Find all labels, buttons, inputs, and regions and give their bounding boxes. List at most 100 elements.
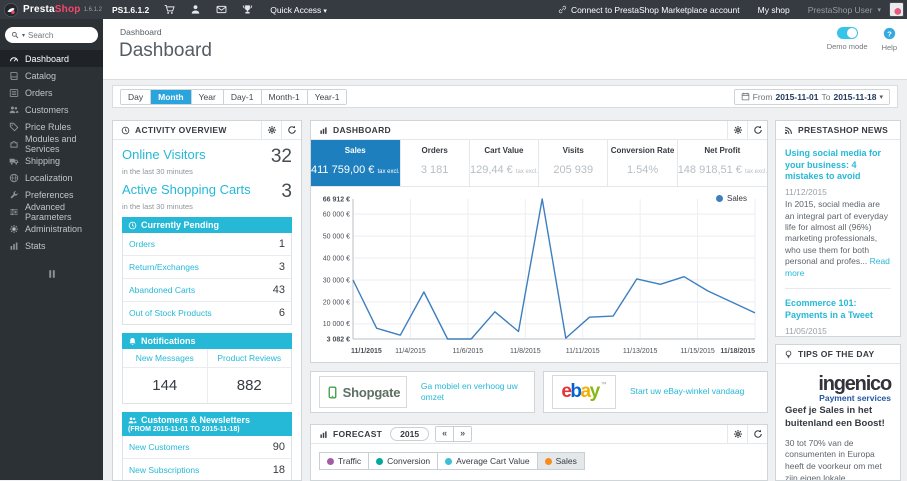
date-range-picker[interactable]: From 2015-11-01 To 2015-11-18 ▾ xyxy=(733,88,890,105)
trophy-icon[interactable] xyxy=(242,4,253,15)
ingenico-logo: ingenico Payment services xyxy=(818,373,892,403)
chevron-down-icon: ▾ xyxy=(877,6,881,14)
book-icon xyxy=(9,71,19,81)
customer-icon[interactable] xyxy=(190,4,201,15)
sidebar-item-advanced-parameters[interactable]: Advanced Parameters xyxy=(0,202,103,222)
kpi-sales[interactable]: Sales 411 759,00 € tax excl. xyxy=(311,140,401,186)
sidebar-item-shipping[interactable]: Shipping xyxy=(0,152,103,169)
avatar xyxy=(889,2,904,17)
sidebar-item-price-rules[interactable]: Price Rules xyxy=(0,118,103,135)
chevron-down-icon: ▾ xyxy=(323,7,327,15)
sidebar-item-orders[interactable]: Orders xyxy=(0,84,103,101)
sidebar-item-customers[interactable]: Customers xyxy=(0,101,103,118)
my-shop-link[interactable]: My shop xyxy=(758,5,790,15)
svg-text:11/18/2015: 11/18/2015 xyxy=(720,348,755,355)
filter-month-button[interactable]: Month xyxy=(150,89,191,104)
date-range-button-group: Day Month Year Day-1 Month-1 Year-1 xyxy=(120,88,348,105)
svg-text:11/6/2015: 11/6/2015 xyxy=(453,348,484,355)
news-article-title[interactable]: Ecommerce 101: Payments in a Tweet xyxy=(785,298,891,321)
sidebar-item-modules[interactable]: Modules and Services xyxy=(0,134,103,154)
sidebar-item-administration[interactable]: Administration xyxy=(0,220,103,237)
product-reviews-value: 882 xyxy=(236,377,262,394)
gear-icon xyxy=(733,125,743,135)
sidebar-item-preferences[interactable]: Preferences xyxy=(0,186,103,203)
filter-month-1-button[interactable]: Month-1 xyxy=(260,89,307,104)
brand-name[interactable]: PrestaShop xyxy=(23,4,81,15)
prestashop-news-panel: PRESTASHOP NEWS Using social media for y… xyxy=(775,120,901,337)
news-article-title[interactable]: Using social media for your business: 4 … xyxy=(785,148,891,183)
svg-text:40 000 €: 40 000 € xyxy=(323,255,350,262)
news-article-date: 11/12/2015 xyxy=(785,187,827,198)
search-input[interactable] xyxy=(28,30,81,40)
sidebar-item-catalog[interactable]: Catalog xyxy=(0,67,103,84)
toggle-traffic[interactable]: Traffic xyxy=(319,452,370,470)
breadcrumb[interactable]: Dashboard xyxy=(120,27,162,37)
demo-mode-toggle[interactable]: Demo mode xyxy=(827,27,868,52)
brand-version: 1.6.1.2 xyxy=(83,6,102,13)
wrench-icon xyxy=(9,190,19,200)
search-scope-caret-icon[interactable]: ▾ xyxy=(22,32,25,39)
news-panel-title: PRESTASHOP NEWS xyxy=(798,125,889,135)
tips-of-the-day-panel: TIPS OF THE DAY ingenico Payment service… xyxy=(775,344,901,481)
news-article: Using social media for your business: 4 … xyxy=(785,148,891,279)
active-carts-link[interactable]: Active Shopping Carts xyxy=(122,182,251,197)
marketplace-link[interactable]: Connect to PrestaShop Marketplace accoun… xyxy=(558,5,740,15)
sidebar-collapse-button[interactable] xyxy=(46,268,58,280)
sidebar-item-stats[interactable]: Stats xyxy=(0,237,103,254)
legend-dot-icon xyxy=(715,195,723,202)
sidebar-item-dashboard[interactable]: Dashboard xyxy=(0,50,103,67)
product-reviews-link[interactable]: Product Reviews xyxy=(207,349,291,368)
cart-icon[interactable] xyxy=(164,4,175,15)
toggle-sales[interactable]: Sales xyxy=(537,452,585,470)
ebay-link[interactable]: Start uw eBay-winkel vandaag xyxy=(630,386,744,397)
refresh-icon xyxy=(287,125,297,135)
chevron-down-icon: ▾ xyxy=(879,93,883,101)
truck-icon xyxy=(9,156,19,166)
panel-settings-button[interactable] xyxy=(261,121,281,139)
active-carts-value: 3 xyxy=(281,181,292,202)
messages-icon[interactable] xyxy=(216,4,227,15)
shopgate-link[interactable]: Ga mobiel en verhoog uw omzet xyxy=(421,381,526,403)
kpi-cart-value[interactable]: Cart Value 129,44 € tax excl. xyxy=(470,140,540,186)
new-messages-link[interactable]: New Messages xyxy=(123,349,207,368)
panel-refresh-button[interactable] xyxy=(281,121,301,139)
next-year-button[interactable]: » xyxy=(453,427,472,441)
ebay-banner[interactable]: e b a y ™ Start uw eBay-winkel vandaag xyxy=(543,371,768,413)
filter-year-1-button[interactable]: Year-1 xyxy=(306,89,347,104)
toggle-conversion[interactable]: Conversion xyxy=(369,452,439,470)
help-button[interactable]: ? Help xyxy=(882,27,897,52)
divider xyxy=(785,288,891,290)
search-icon xyxy=(11,31,19,39)
sidebar-item-localization[interactable]: Localization xyxy=(0,169,103,186)
svg-text:11/15/2015: 11/15/2015 xyxy=(680,348,715,355)
toggle-average-cart-value[interactable]: Average Cart Value xyxy=(438,452,538,470)
panel-refresh-button[interactable] xyxy=(747,425,767,443)
globe-icon xyxy=(9,173,19,183)
content-header: Dashboard Dashboard Demo mode ? Help xyxy=(103,19,907,80)
chart-legend: Sales xyxy=(711,193,751,204)
online-visitors-link[interactable]: Online Visitors xyxy=(122,147,206,162)
bar-chart-icon xyxy=(9,241,19,251)
avg-cart-dot-icon xyxy=(445,457,453,465)
toggle-on-icon[interactable] xyxy=(836,27,858,39)
kpi-net-profit[interactable]: Net Profit 148 918,51 € tax excl. xyxy=(678,140,767,186)
user-menu[interactable]: PrestaShop User ▾ xyxy=(808,2,907,17)
previous-year-button[interactable]: « xyxy=(436,427,454,441)
filter-day-button[interactable]: Day xyxy=(121,89,151,104)
svg-text:3 082 €: 3 082 € xyxy=(327,336,350,343)
kpi-conversion-rate[interactable]: Conversion Rate 1.54% xyxy=(608,140,678,186)
shopgate-banner[interactable]: Shopgate Ga mobiel en verhoog uw omzet xyxy=(310,371,535,413)
filter-year-button[interactable]: Year xyxy=(190,89,223,104)
quick-access-menu[interactable]: Quick Access ▾ xyxy=(270,5,327,15)
filter-day-1-button[interactable]: Day-1 xyxy=(222,89,261,104)
kpi-visits[interactable]: Visits 205 939 xyxy=(539,140,609,186)
svg-text:11/11/2015: 11/11/2015 xyxy=(566,348,600,355)
panel-refresh-button[interactable] xyxy=(747,121,767,139)
pending-rows: Orders 1 Return/Exchanges 3 Abandoned Cart… xyxy=(122,233,292,325)
clock-icon xyxy=(121,126,130,135)
panel-settings-button[interactable] xyxy=(727,121,747,139)
kpi-orders[interactable]: Orders 3 181 xyxy=(401,140,470,186)
panel-settings-button[interactable] xyxy=(727,425,747,443)
sidebar-search[interactable]: ▾ xyxy=(5,27,98,43)
svg-text:50 000 €: 50 000 € xyxy=(323,233,350,240)
